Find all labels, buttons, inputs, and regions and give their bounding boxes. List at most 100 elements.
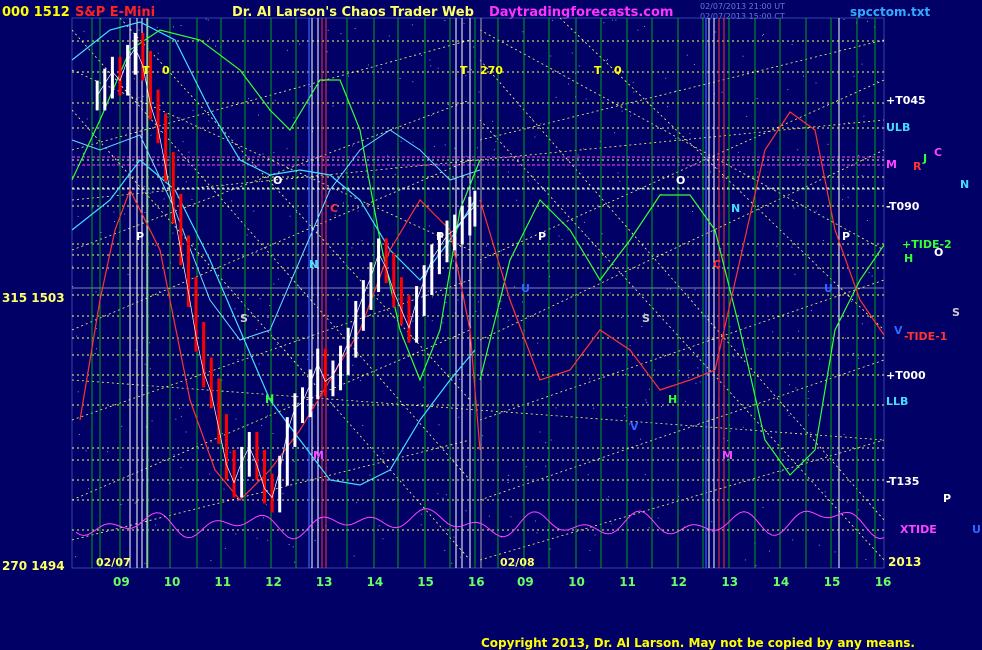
star-dot — [871, 275, 873, 277]
star-dot — [827, 143, 829, 145]
star-dot — [149, 192, 151, 194]
star-dot — [593, 407, 595, 409]
right-label: ULB — [886, 121, 910, 134]
star-dot — [536, 532, 538, 534]
star-dot — [475, 310, 477, 312]
star-dot — [601, 233, 603, 235]
star-dot — [234, 308, 236, 310]
star-dot — [624, 373, 626, 375]
star-dot — [265, 504, 267, 506]
star-dot — [645, 399, 647, 401]
x-date-day2: 02/08 — [500, 556, 535, 569]
star-dot — [423, 386, 425, 388]
star-dot — [625, 406, 627, 408]
x-tick-hour: 16 — [468, 575, 485, 589]
star-dot — [550, 55, 552, 57]
x-tick-hour: 09 — [113, 575, 130, 589]
star-dot — [711, 521, 713, 523]
star-dot — [151, 420, 153, 422]
star-dot — [692, 211, 694, 213]
star-dot — [293, 117, 295, 119]
star-dot — [235, 418, 237, 420]
planet-letter: N — [960, 178, 969, 191]
star-dot — [412, 141, 414, 143]
star-dot — [694, 289, 696, 291]
star-dot — [667, 530, 669, 532]
star-dot — [400, 140, 402, 142]
star-dot — [95, 348, 97, 350]
star-dot — [314, 539, 316, 541]
star-dot — [807, 397, 809, 399]
star-dot — [612, 19, 614, 21]
star-dot — [237, 359, 239, 361]
star-dot — [810, 310, 812, 312]
star-dot — [486, 245, 488, 247]
star-dot — [861, 323, 863, 325]
chart-marker: M — [313, 449, 324, 462]
star-dot — [742, 55, 744, 57]
star-dot — [853, 75, 855, 77]
star-dot — [338, 298, 340, 300]
fan-line — [559, 17, 885, 331]
chart-marker: U — [521, 282, 530, 295]
star-dot — [379, 99, 381, 101]
star-dot — [180, 25, 182, 27]
star-dot — [555, 96, 557, 98]
chart-marker: V — [630, 420, 639, 433]
star-dot — [267, 539, 269, 541]
right-label: +TIDE-2 — [902, 238, 952, 251]
star-dot — [354, 28, 356, 30]
star-dot — [210, 560, 212, 562]
star-dot — [420, 403, 422, 405]
star-dot — [431, 320, 433, 322]
star-dot — [142, 95, 144, 97]
star-dot — [555, 407, 557, 409]
star-dot — [182, 141, 184, 143]
fan-line — [479, 29, 885, 251]
star-dot — [235, 533, 237, 535]
star-dot — [693, 63, 695, 65]
star-dot — [273, 283, 275, 285]
star-dot — [699, 445, 701, 447]
star-dot — [742, 426, 744, 428]
star-dot — [185, 181, 187, 183]
star-dot — [678, 370, 680, 372]
right-label: +T045 — [886, 94, 926, 107]
star-dot — [842, 199, 844, 201]
star-dot — [262, 517, 264, 519]
star-dot — [138, 29, 140, 31]
planet-letter: P — [943, 492, 951, 505]
star-dot — [843, 19, 845, 21]
star-dot — [247, 98, 249, 100]
star-dot — [537, 342, 539, 344]
star-dot — [660, 406, 662, 408]
y-label-1494: 270 1494 — [2, 559, 65, 573]
star-dot — [437, 67, 439, 69]
right-label: XTIDE — [900, 523, 937, 536]
star-dot — [86, 118, 88, 120]
star-dot — [205, 18, 207, 20]
star-dot — [646, 401, 648, 403]
star-dot — [594, 534, 596, 536]
star-dot — [157, 52, 159, 54]
star-dot — [644, 474, 646, 476]
star-dot — [641, 325, 643, 327]
star-dot — [454, 147, 456, 149]
star-dot — [640, 438, 642, 440]
star-dot — [267, 316, 269, 318]
star-dot — [648, 388, 650, 390]
star-dot — [124, 213, 126, 215]
star-dot — [787, 352, 789, 354]
star-dot — [150, 134, 152, 136]
star-dot — [412, 81, 414, 83]
star-dot — [608, 496, 610, 498]
star-dot — [585, 98, 587, 100]
star-dot — [127, 273, 129, 275]
tide-2-day1 — [71, 29, 481, 382]
diagonal-fans — [71, 17, 885, 561]
star-dot — [154, 244, 156, 246]
star-dot — [697, 367, 699, 369]
star-dot — [587, 474, 589, 476]
star-dot — [637, 29, 639, 31]
star-dot — [340, 33, 342, 35]
